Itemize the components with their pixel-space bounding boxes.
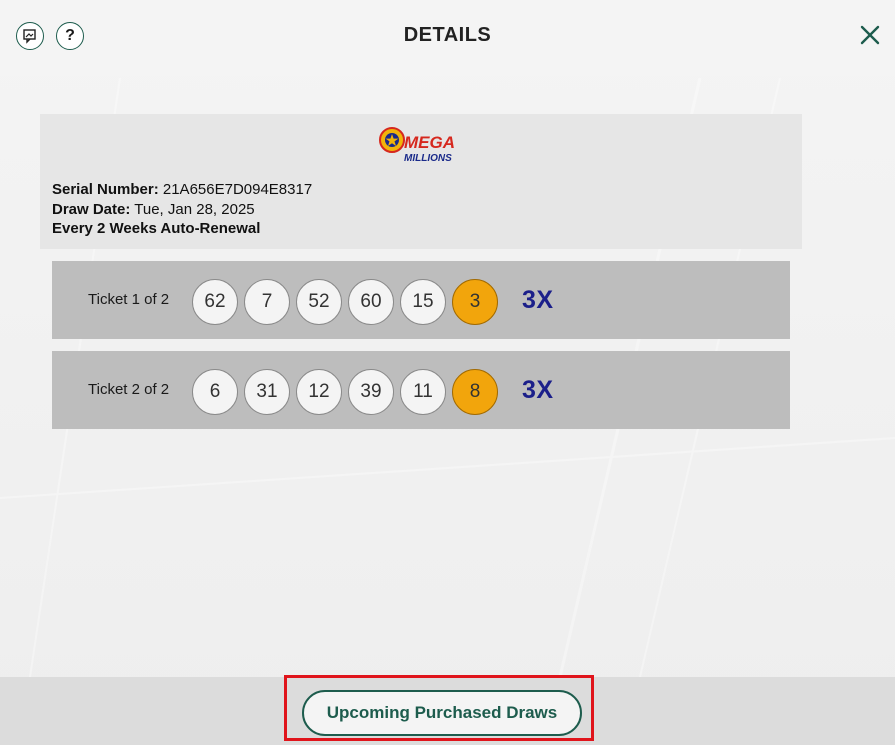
- number-ball: 6: [192, 369, 238, 415]
- number-ball: 52: [296, 279, 342, 325]
- number-ball: 60: [348, 279, 394, 325]
- serial-number-label: Serial Number:: [52, 181, 159, 198]
- ticket-label: Ticket 1 of 2: [88, 291, 170, 308]
- ticket-info-lines: Serial Number: 21A656E7D094E8317 Draw Da…: [52, 180, 312, 239]
- ticket-label: Ticket 2 of 2: [88, 381, 170, 398]
- draw-date-row: Draw Date: Tue, Jan 28, 2025: [52, 200, 312, 220]
- auto-renewal-text: Every 2 Weeks Auto-Renewal: [52, 220, 261, 237]
- mega-ball: 3: [452, 279, 498, 325]
- logo-mega-text: MEGA: [404, 133, 455, 152]
- draw-date-label: Draw Date:: [52, 200, 131, 218]
- details-page: ? DETAILS MEGA MILLIONS Serial Number: 2…: [0, 0, 895, 745]
- logo-millions-text: MILLIONS: [404, 153, 452, 164]
- page-title: DETAILS: [403, 24, 492, 46]
- ticket-numbers: 62 7 52 60 15 3: [192, 279, 498, 325]
- number-ball: 62: [192, 279, 238, 325]
- mega-millions-logo: MEGA MILLIONS: [379, 127, 455, 164]
- megaplier-badge: 3X: [522, 286, 554, 314]
- number-ball: 15: [400, 279, 446, 325]
- header-bar: ? DETAILS: [0, 0, 895, 76]
- draw-date-value: Tue, Jan 28, 2025: [134, 200, 255, 218]
- number-ball: 7: [244, 279, 290, 325]
- upcoming-purchased-draws-button[interactable]: Upcoming Purchased Draws: [302, 690, 582, 736]
- number-ball: 11: [400, 369, 446, 415]
- ticket-info-card: MEGA MILLIONS Serial Number: 21A656E7D09…: [40, 114, 802, 249]
- ticket-numbers: 6 31 12 39 11 8: [192, 369, 498, 415]
- close-icon[interactable]: [857, 22, 883, 48]
- serial-number-row: Serial Number: 21A656E7D094E8317: [52, 180, 312, 200]
- megaplier-badge: 3X: [522, 376, 554, 404]
- ticket-row: Ticket 1 of 2 62 7 52 60 15 3 3X: [52, 261, 790, 339]
- ticket-row: Ticket 2 of 2 6 31 12 39 11 8 3X: [52, 351, 790, 429]
- number-ball: 39: [348, 369, 394, 415]
- serial-number-value: 21A656E7D094E8317: [162, 181, 313, 198]
- number-ball: 31: [244, 369, 290, 415]
- mega-ball: 8: [452, 369, 498, 415]
- auto-renewal-row: Every 2 Weeks Auto-Renewal: [52, 219, 312, 239]
- number-ball: 12: [296, 369, 342, 415]
